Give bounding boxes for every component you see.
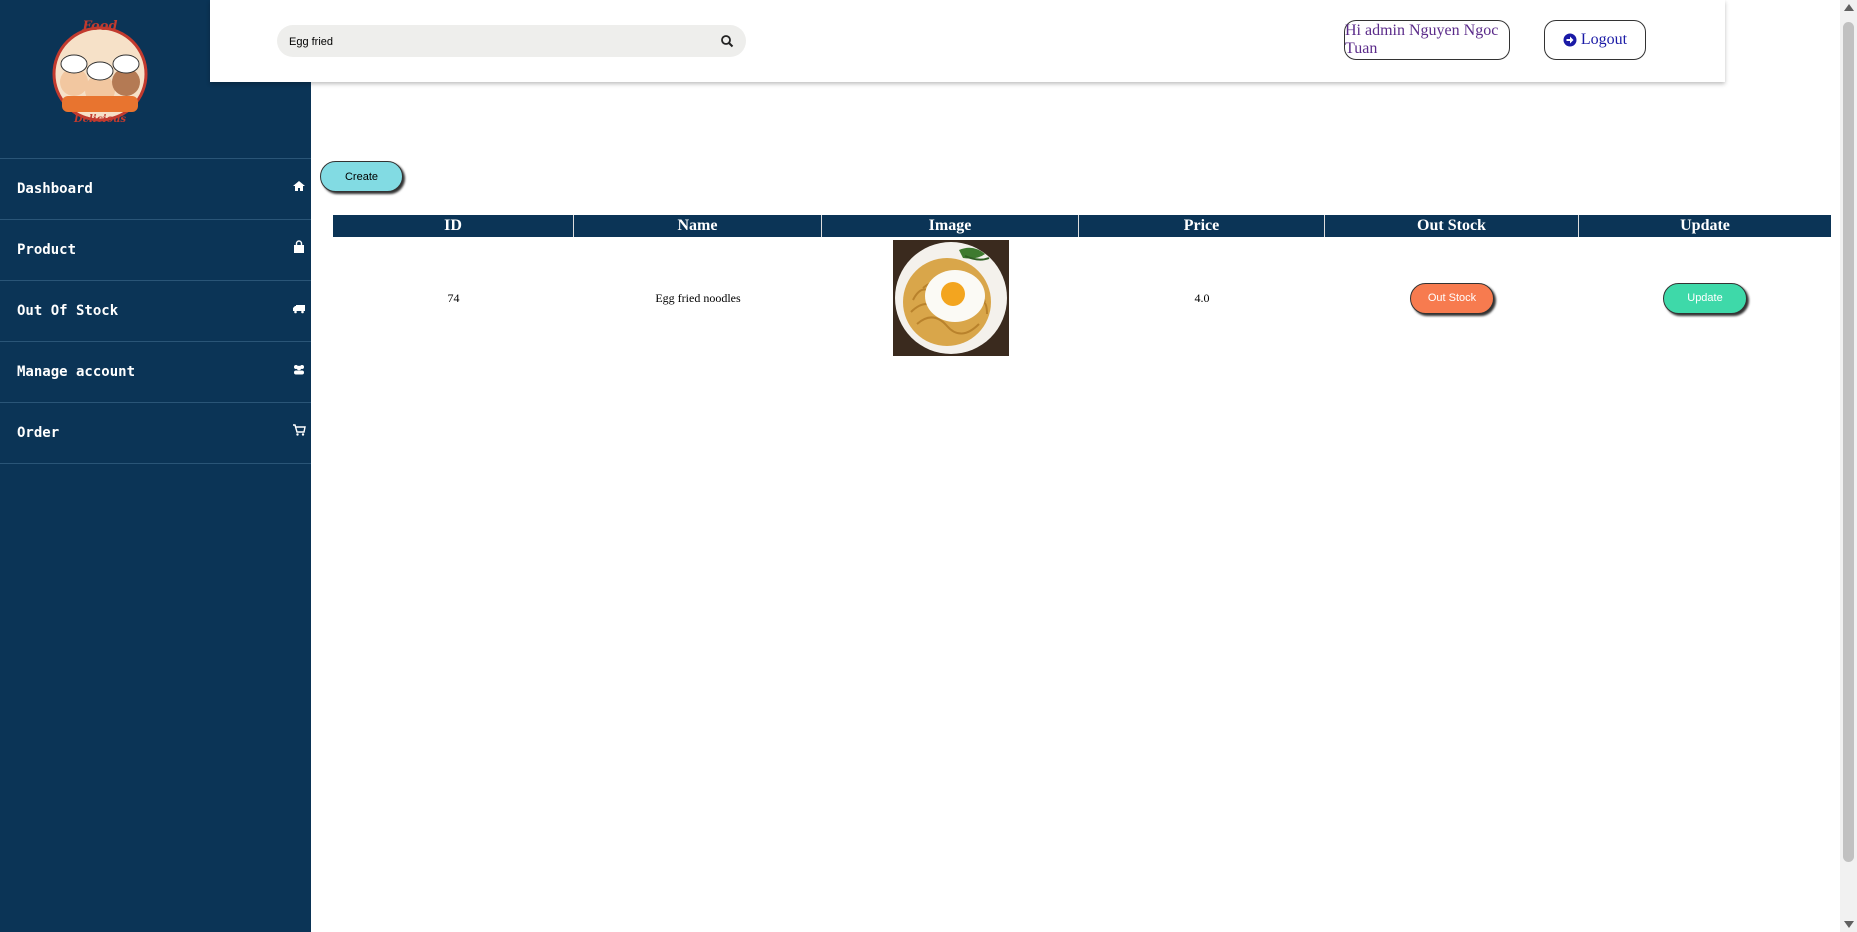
sidebar-item-label: Order bbox=[17, 425, 60, 441]
sidebar-item-label: Dashboard bbox=[17, 181, 93, 197]
cell-price: 4.0 bbox=[1194, 290, 1210, 305]
sidebar-item-dashboard[interactable]: Dashboard bbox=[0, 158, 311, 219]
scrollbar-thumb[interactable] bbox=[1843, 22, 1854, 862]
greeting-text: Hi admin Nguyen Ngoc Tuan bbox=[1345, 22, 1499, 57]
top-header: Hi admin Nguyen Ngoc Tuan Logout bbox=[210, 0, 1725, 82]
column-header-id: ID bbox=[333, 215, 574, 237]
out-stock-label: Out Stock bbox=[1427, 292, 1477, 304]
users-icon bbox=[294, 365, 304, 375]
column-header-out-stock: Out Stock bbox=[1325, 215, 1579, 237]
food-delicious-logo[interactable]: Food Delicious bbox=[48, 16, 152, 126]
vertical-scrollbar[interactable] bbox=[1840, 0, 1857, 932]
search-bar bbox=[277, 25, 746, 57]
logout-label: Logout bbox=[1580, 31, 1628, 48]
home-icon bbox=[293, 181, 305, 191]
cell-out-stock: Out Stock bbox=[1325, 237, 1579, 359]
food-image bbox=[892, 240, 1009, 356]
cart-icon bbox=[293, 424, 306, 436]
update-button[interactable]: Update bbox=[1663, 282, 1747, 314]
sidebar-item-label: Out Of Stock bbox=[17, 303, 119, 319]
cell-update: Update bbox=[1579, 237, 1831, 359]
table-row: 74 Egg fried noodles 4.0 Out Stock Updat… bbox=[333, 237, 1831, 359]
column-header-price: Price bbox=[1079, 215, 1325, 237]
out-stock-button[interactable]: Out Stock bbox=[1410, 282, 1494, 314]
sidebar-item-label: Product bbox=[17, 242, 77, 258]
sidebar-item-label: Manage account bbox=[17, 364, 136, 380]
sidebar-item-order[interactable]: Order bbox=[0, 402, 311, 464]
create-button[interactable]: Create bbox=[320, 161, 403, 192]
scroll-up-arrow-icon[interactable] bbox=[1844, 4, 1854, 11]
logout-button[interactable]: Logout bbox=[1544, 20, 1646, 60]
sidebar-item-product[interactable]: Product bbox=[0, 219, 311, 280]
scroll-down-arrow-icon[interactable] bbox=[1844, 921, 1854, 928]
sidebar-item-manage-account[interactable]: Manage account bbox=[0, 341, 311, 402]
sidebar-item-out-of-stock[interactable]: Out Of Stock bbox=[0, 280, 311, 341]
sidebar-nav: Dashboard Product Out Of Stock Manage ac… bbox=[0, 158, 311, 464]
greeting-badge: Hi admin Nguyen Ngoc Tuan bbox=[1344, 20, 1510, 60]
product-table: ID Name Image Price Out Stock Update 74 … bbox=[333, 215, 1831, 359]
column-header-name: Name bbox=[574, 215, 822, 237]
arrow-circle-right-icon bbox=[1563, 33, 1577, 47]
cell-id: 74 bbox=[447, 290, 460, 305]
column-header-update: Update bbox=[1680, 217, 1730, 234]
sidebar: Food Delicious Dashboard Product Out Of … bbox=[0, 0, 311, 932]
update-label: Update bbox=[1687, 292, 1723, 304]
search-icon[interactable] bbox=[720, 34, 734, 48]
logo-text-bottom: Delicious bbox=[73, 114, 126, 125]
cell-image bbox=[822, 237, 1079, 359]
search-input[interactable] bbox=[287, 31, 691, 53]
logo-text-top: Food bbox=[82, 19, 118, 34]
shopping-bag-icon bbox=[294, 240, 304, 253]
table-header: ID Name Image Price Out Stock Update bbox=[333, 215, 1831, 237]
cell-name: Egg fried noodles bbox=[655, 290, 741, 305]
column-header-image: Image bbox=[822, 215, 1079, 237]
truck-icon bbox=[293, 305, 305, 314]
create-label: Create bbox=[344, 170, 379, 183]
